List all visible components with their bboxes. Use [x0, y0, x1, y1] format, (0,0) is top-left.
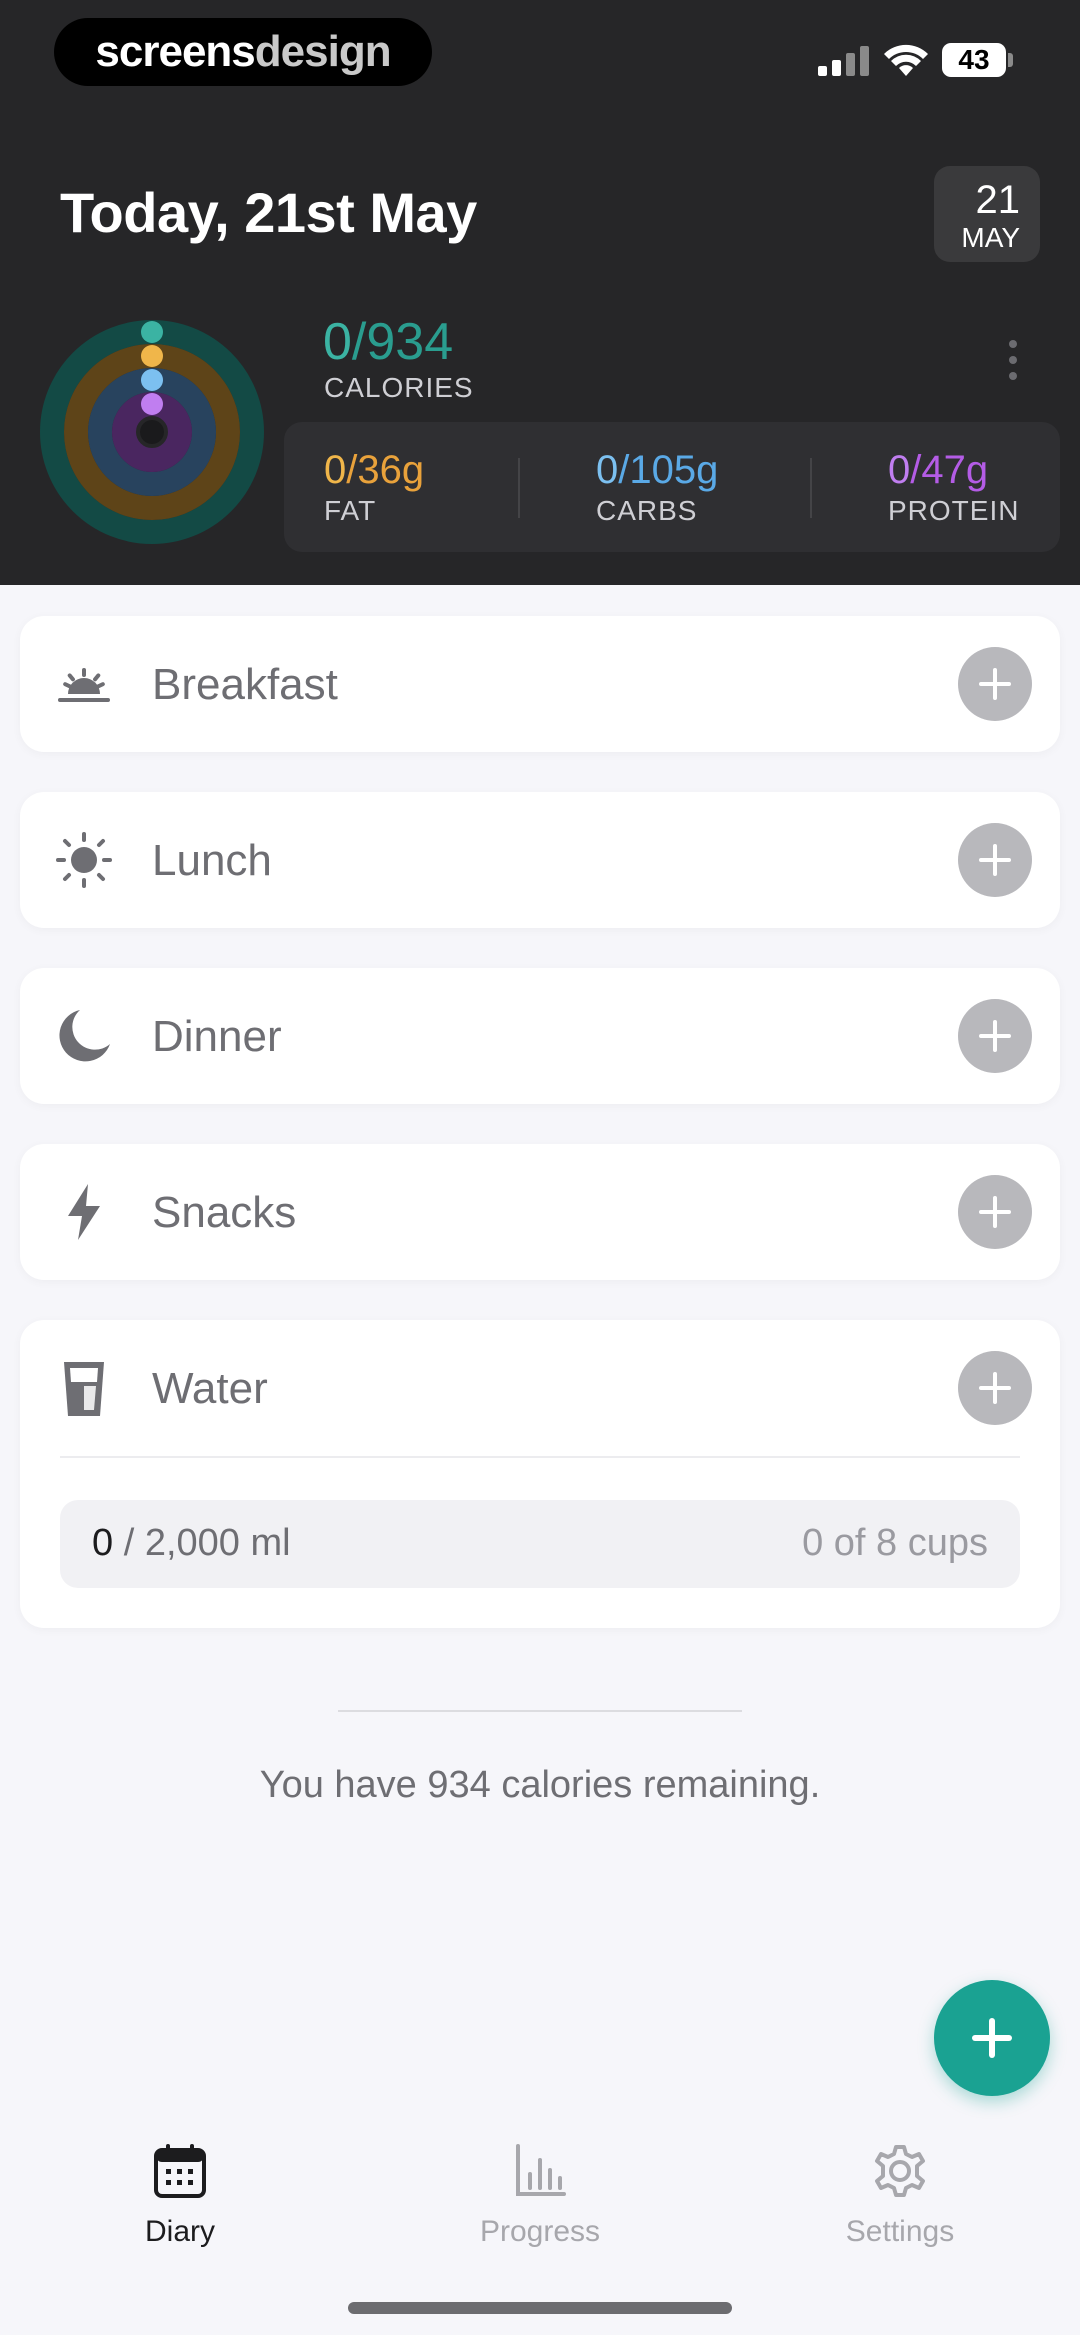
- tab-label: Settings: [845, 2215, 955, 2248]
- more-options-icon[interactable]: [1004, 338, 1022, 388]
- meal-card-snacks[interactable]: Snacks: [20, 1144, 1060, 1280]
- water-card: Water 0 / 2,000 ml 0 of 8 cups: [20, 1320, 1060, 1628]
- page-title: Today, 21st May: [60, 181, 477, 244]
- meal-label: Dinner: [152, 1012, 282, 1061]
- water-progress-bar[interactable]: 0 / 2,000 ml 0 of 8 cups: [60, 1500, 1020, 1588]
- sunrise-icon: [58, 668, 110, 702]
- macro-fat-label: FAT: [324, 495, 377, 526]
- divider: [810, 458, 812, 518]
- lightning-icon: [68, 1184, 100, 1240]
- divider: [338, 1710, 742, 1712]
- add-entry-fab[interactable]: [934, 1980, 1050, 2096]
- tab-diary[interactable]: Diary: [80, 2142, 280, 2249]
- gear-icon: [875, 2145, 925, 2197]
- tab-settings[interactable]: Settings: [800, 2142, 1000, 2249]
- add-snacks-button[interactable]: [958, 1175, 1032, 1249]
- macro-protein-label: PROTEIN: [888, 495, 1020, 526]
- add-lunch-button[interactable]: [958, 823, 1032, 897]
- macro-carbs-label: CARBS: [596, 495, 698, 526]
- macros-panel: 0/36g FAT 0/105g CARBS 0/47g PROTEIN: [284, 422, 1060, 552]
- wifi-icon: [884, 44, 928, 76]
- nutrition-rings-icon: [40, 320, 264, 544]
- add-water-button[interactable]: [958, 1351, 1032, 1425]
- brand-text-2: design: [254, 27, 392, 76]
- water-label: Water: [152, 1364, 268, 1413]
- water-amount: 0 / 2,000 ml: [92, 1522, 291, 1564]
- add-breakfast-button[interactable]: [958, 647, 1032, 721]
- sun-icon: [56, 832, 112, 888]
- meal-label: Snacks: [152, 1188, 297, 1237]
- meal-card-dinner[interactable]: Dinner: [20, 968, 1060, 1104]
- divider: [60, 1456, 1020, 1458]
- tab-label: Diary: [144, 2215, 215, 2248]
- macro-carbs: 0/105g CARBS: [596, 448, 719, 526]
- date-month: MAY: [961, 222, 1020, 253]
- brand-text-1: screens: [95, 27, 255, 76]
- meal-card-breakfast[interactable]: Breakfast: [20, 616, 1060, 752]
- battery-nub: [1008, 53, 1013, 67]
- calories-value: 0/934: [323, 313, 454, 371]
- battery-indicator: 43: [942, 43, 1006, 77]
- date-picker-button[interactable]: 21 MAY: [934, 166, 1040, 262]
- macro-protein: 0/47g PROTEIN: [888, 448, 1020, 526]
- meal-label: Lunch: [152, 836, 272, 885]
- divider: [518, 458, 520, 518]
- water-cups: 0 of 8 cups: [802, 1522, 988, 1564]
- plus-icon: [979, 1372, 1011, 1404]
- calories-label: CALORIES: [324, 372, 474, 403]
- date-day: 21: [975, 178, 1021, 222]
- plus-icon: [979, 668, 1011, 700]
- moon-icon: [59, 1010, 110, 1062]
- glass-icon: [64, 1362, 104, 1416]
- macro-fat: 0/36g FAT: [324, 448, 425, 526]
- calories-remaining-text: You have 934 calories remaining.: [259, 1764, 821, 1806]
- plus-icon: [972, 2018, 1012, 2058]
- bar-chart-icon: [516, 2144, 566, 2196]
- tab-progress[interactable]: Progress: [440, 2142, 640, 2249]
- home-indicator: [348, 2302, 732, 2314]
- plus-icon: [979, 1196, 1011, 1228]
- brand-logo: screens design: [54, 18, 432, 86]
- calendar-icon: [154, 2144, 206, 2198]
- plus-icon: [979, 1020, 1011, 1052]
- tab-label: Progress: [479, 2215, 601, 2248]
- plus-icon: [979, 844, 1011, 876]
- meal-label: Breakfast: [152, 660, 338, 709]
- header: screens design 43 Today, 21st May 21 MAY …: [0, 0, 1080, 585]
- add-dinner-button[interactable]: [958, 999, 1032, 1073]
- meal-card-lunch[interactable]: Lunch: [20, 792, 1060, 928]
